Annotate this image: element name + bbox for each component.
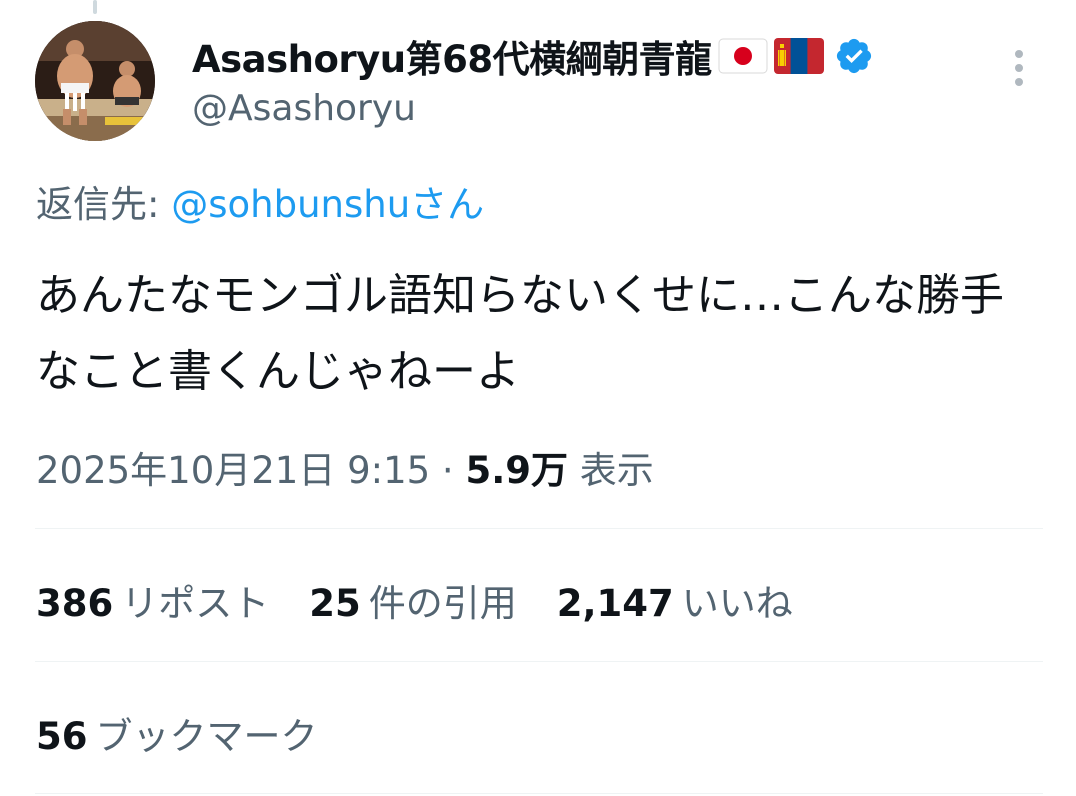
- more-options-icon[interactable]: [1006, 48, 1032, 92]
- tweet-text: あんたなモンゴル語知らないくせに…こんな勝手なこと書くんじゃねーよ: [36, 270, 1004, 397]
- reply-to-prefix: 返信先:: [36, 183, 172, 226]
- divider: [35, 661, 1043, 662]
- quotes-label: 件の引用: [368, 582, 517, 625]
- bookmarks-label: ブックマーク: [95, 715, 318, 758]
- likes-count: 2,147: [556, 582, 674, 625]
- likes-label: いいね: [681, 582, 793, 625]
- thread-connector-line: [93, 0, 97, 14]
- author-name-row[interactable]: Asashoryu第68代横綱朝青龍: [192, 28, 874, 84]
- reply-to-line: 返信先: @sohbunshuさん: [36, 174, 484, 228]
- verified-badge-icon: [834, 36, 874, 76]
- reposts-label: リポスト: [121, 582, 270, 625]
- quotes-stat[interactable]: 25 件の引用: [309, 573, 517, 627]
- tweet-timestamp[interactable]: 2025年10月21日 9:15 ·: [36, 449, 465, 492]
- bookmarks-count: 56: [36, 715, 88, 758]
- mongolia-flag-icon: [773, 38, 824, 74]
- japan-flag-icon: [718, 38, 768, 74]
- avatar[interactable]: [35, 21, 155, 141]
- bookmarks-stat[interactable]: 56 ブックマーク: [36, 706, 318, 760]
- likes-stat[interactable]: 2,147 いいね: [557, 573, 793, 627]
- engagement-stats: 386 リポスト 25 件の引用 2,147 いいね: [36, 573, 833, 627]
- reposts-stat[interactable]: 386 リポスト: [36, 573, 269, 627]
- quotes-count: 25: [309, 582, 361, 625]
- author-display-name[interactable]: Asashoryu第68代横綱朝青龍: [192, 29, 712, 83]
- divider: [35, 793, 1043, 794]
- divider: [35, 528, 1043, 529]
- views-label: 表示: [568, 449, 654, 492]
- views-count: 5.9万: [465, 449, 569, 492]
- tweet-meta: 2025年10月21日 9:15 · 5.9万 表示: [36, 440, 654, 494]
- reply-to-user-link[interactable]: @sohbunshuさん: [171, 183, 484, 226]
- author-handle[interactable]: @Asashoryu: [192, 88, 416, 129]
- reposts-count: 386: [36, 582, 114, 625]
